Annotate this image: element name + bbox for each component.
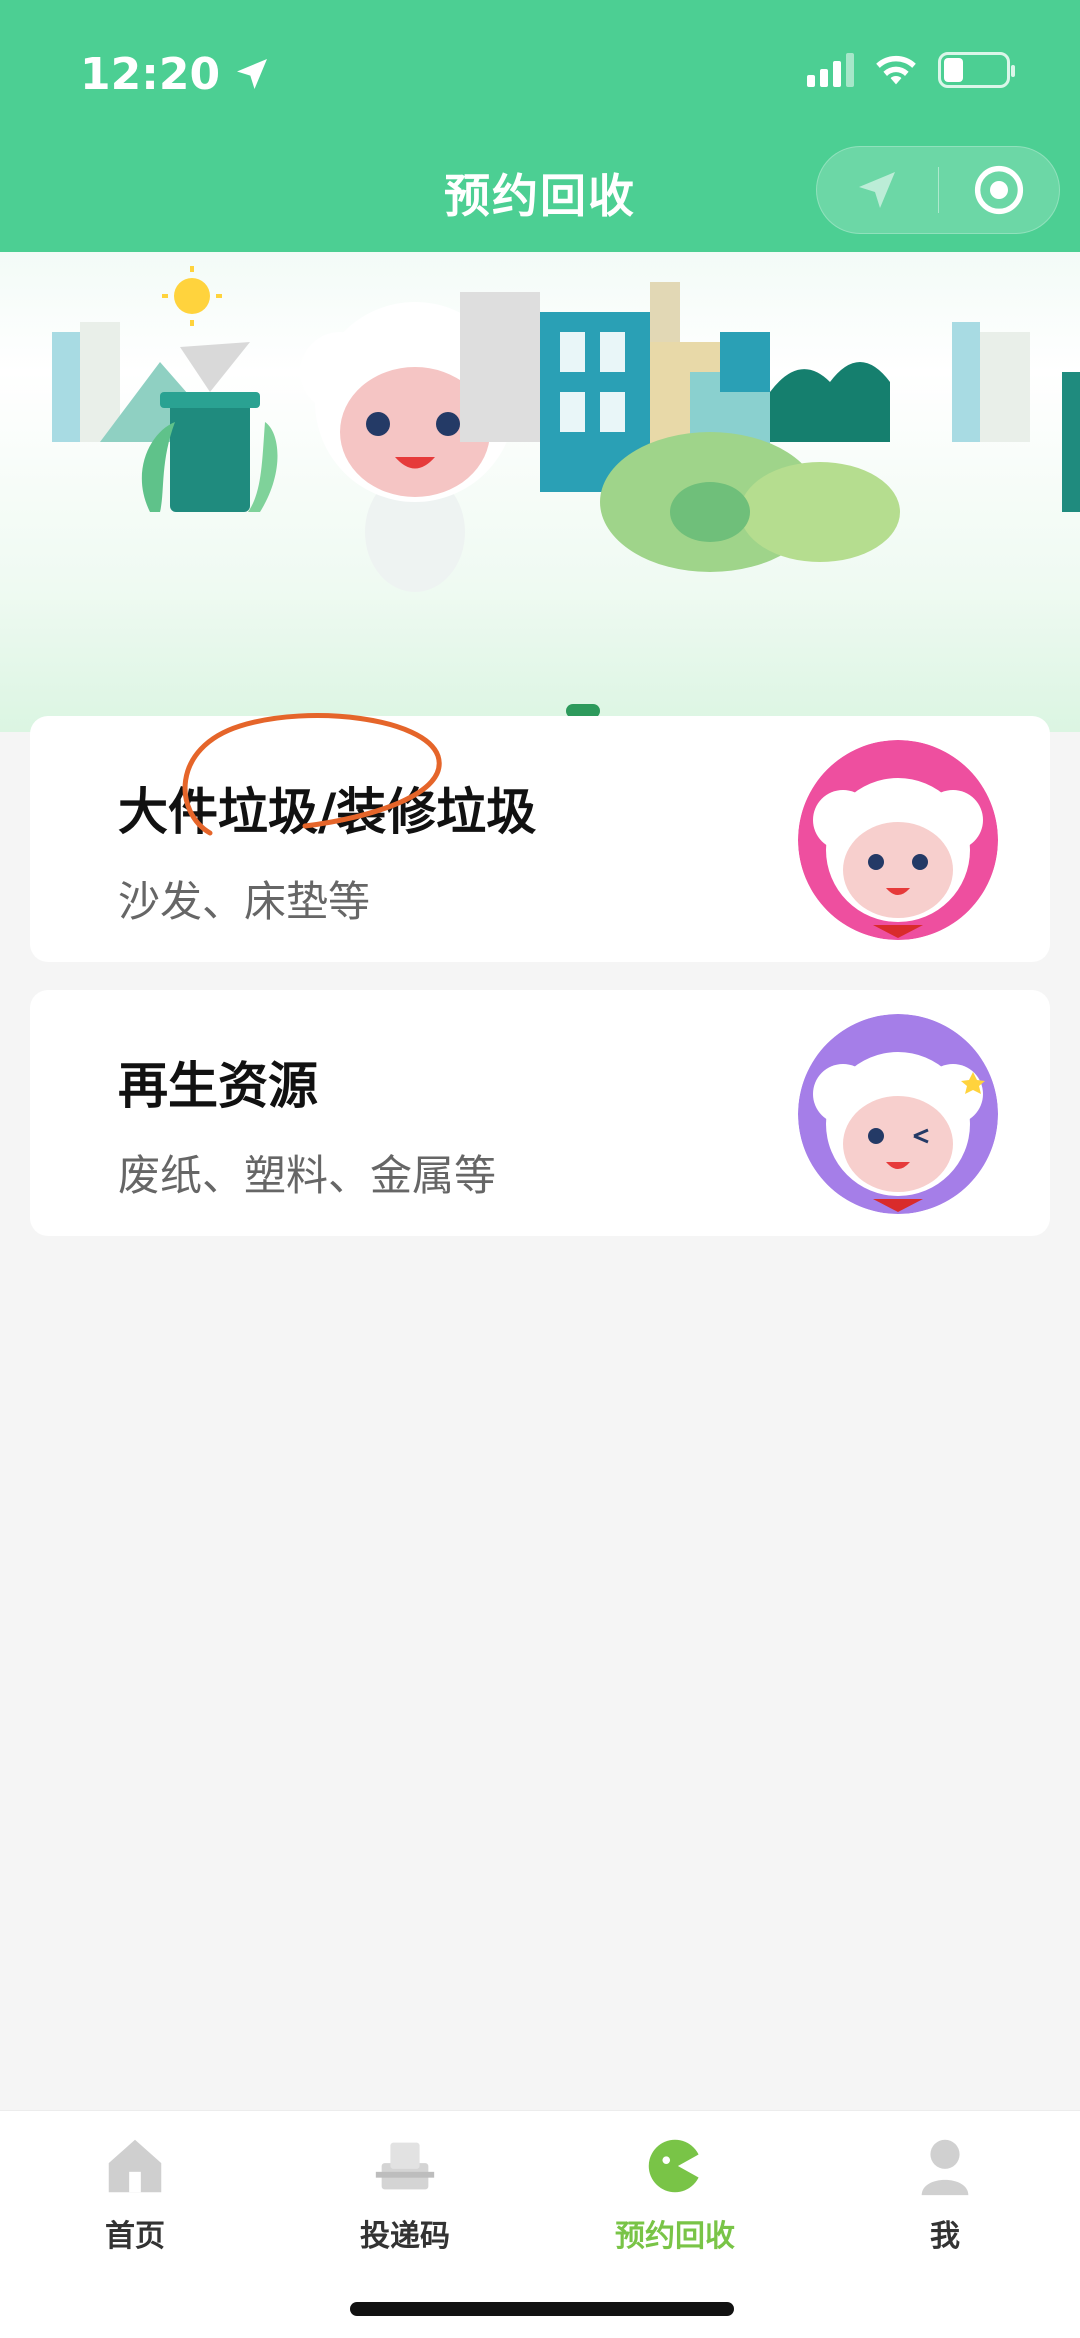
card-title: 大件垃圾/装修垃圾 [118,783,537,841]
card-subtitle: 废纸、塑料、金属等 [118,1151,497,1200]
card-title: 再生资源 [118,1057,318,1115]
scan-code-icon [375,2142,435,2190]
tab-label: 我 [930,2219,960,2254]
location-button[interactable] [817,147,938,233]
home-indicator [350,2302,734,2316]
recycle-mascot-icon [648,2139,705,2193]
mascot-avatar-icon [798,740,998,940]
banner-illustration [0,252,1080,732]
navigation-arrow-icon [859,172,896,208]
tab-label: 预约回收 [615,2219,735,2254]
card-subtitle: 沙发、床垫等 [118,877,371,926]
city-scene-illustration [52,266,1080,592]
tab-label: 首页 [105,2219,165,2254]
battery-icon [938,52,1015,88]
tab-appointment-recycle[interactable]: 预约回收 [540,2131,810,2255]
status-icons [807,52,1015,88]
miniprogram-capsule [816,146,1060,234]
cellular-signal-icon [807,53,854,87]
clock-text: 12:20 [80,48,221,100]
tab-home[interactable]: 首页 [0,2131,270,2255]
tab-delivery-code[interactable]: 投递码 [270,2131,540,2255]
recyclables-card[interactable]: 再生资源 废纸、塑料、金属等 [30,990,1050,1236]
close-miniprogram-button[interactable] [939,147,1060,233]
status-time: 12:20 [80,44,272,104]
tab-me[interactable]: 我 [810,2131,1080,2255]
mascot-avatar-icon [798,1014,998,1214]
user-icon [921,2139,969,2196]
house-icon [108,2139,162,2193]
bulky-waste-card[interactable]: 大件垃圾/装修垃圾 沙发、床垫等 [30,716,1050,962]
location-arrow-icon [237,59,268,89]
app-header: 12:20 预约回收 [0,0,1080,252]
tab-label: 投递码 [360,2219,450,2254]
wifi-icon [876,55,916,85]
target-circle-icon [974,165,1023,215]
